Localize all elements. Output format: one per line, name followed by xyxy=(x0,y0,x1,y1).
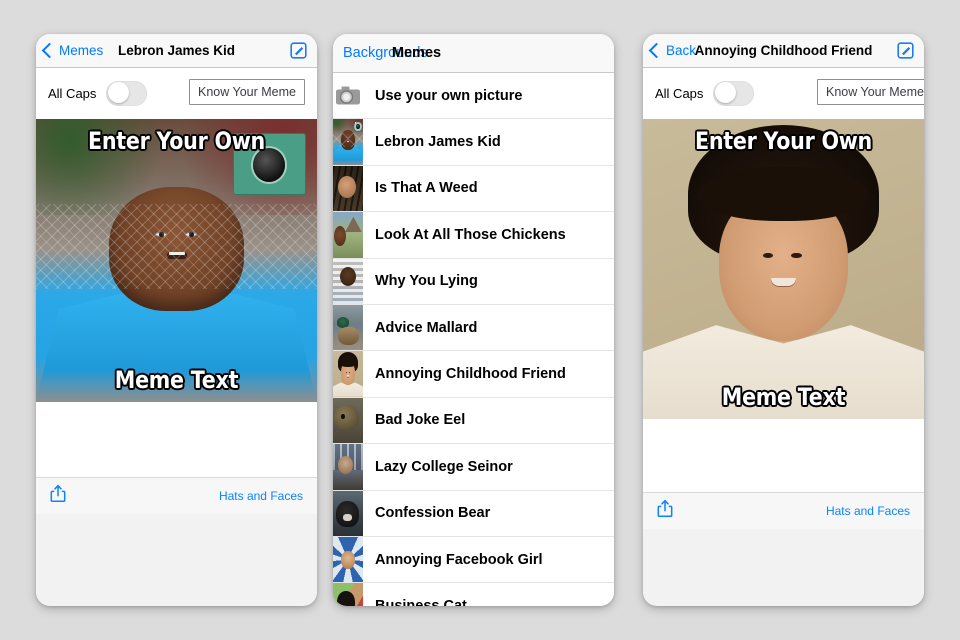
camera-icon xyxy=(333,73,363,119)
list-item[interactable]: Lebron James Kid xyxy=(333,119,614,166)
list-item-label: Lebron James Kid xyxy=(375,134,501,151)
backgrounds-back-button[interactable]: Backgrounds xyxy=(343,34,428,72)
list-item[interactable]: Annoying Childhood Friend xyxy=(333,351,614,398)
bottom-toolbar: Hats and Faces xyxy=(643,492,924,529)
allcaps-label: All Caps xyxy=(48,86,97,101)
photo-detail-eye-left xyxy=(154,231,168,238)
chevron-left-icon xyxy=(41,42,58,59)
meme-thumbnail xyxy=(333,258,363,304)
photo-detail-eye-right xyxy=(791,252,802,258)
know-your-meme-watermark xyxy=(232,133,306,196)
meme-thumbnail xyxy=(333,119,363,165)
know-your-meme-button[interactable]: Know Your Meme xyxy=(817,79,924,105)
meme-editor-panel-left: Memes Lebron James Kid All Caps Know You… xyxy=(36,34,317,606)
list-item[interactable]: Annoying Facebook Girl xyxy=(333,536,614,584)
photo-detail-bangs xyxy=(699,167,868,221)
editor-white-area xyxy=(643,419,924,492)
toggle-knob xyxy=(108,82,130,103)
meme-canvas[interactable]: Enter Your Own Meme Text xyxy=(36,119,317,402)
list-item-label: Is That A Weed xyxy=(375,180,478,197)
meme-list[interactable]: Use your own picture Lebron James Kid Is… xyxy=(333,73,614,606)
hats-and-faces-link[interactable]: Hats and Faces xyxy=(219,489,303,503)
back-button[interactable]: Memes xyxy=(41,34,104,67)
list-item-label: Bad Joke Eel xyxy=(375,412,466,429)
list-item[interactable]: Confession Bear xyxy=(333,490,614,537)
list-item-label: Advice Mallard xyxy=(375,319,478,336)
share-icon[interactable] xyxy=(657,499,673,523)
list-item[interactable]: Look At All Those Chickens xyxy=(333,212,614,259)
hats-and-faces-link[interactable]: Hats and Faces xyxy=(826,504,910,518)
photo-detail-head xyxy=(109,186,244,312)
list-item-label: Business Cat xyxy=(375,597,467,606)
options-row: All Caps Know Your Meme xyxy=(36,68,317,119)
bottom-toolbar: Hats and Faces xyxy=(36,477,317,514)
list-item-label: Annoying Childhood Friend xyxy=(375,366,566,383)
meme-thumbnail xyxy=(333,351,363,397)
navigation-bar: Memes Lebron James Kid xyxy=(36,34,317,68)
meme-thumbnail xyxy=(333,304,363,351)
list-item[interactable]: Bad Joke Eel xyxy=(333,397,614,445)
allcaps-label: All Caps xyxy=(655,86,704,101)
meme-background-image xyxy=(36,119,317,402)
list-item[interactable]: Advice Mallard xyxy=(333,304,614,352)
back-button-label: Back xyxy=(666,43,697,58)
list-item[interactable]: Use your own picture xyxy=(333,73,614,120)
panel-filler xyxy=(643,529,924,606)
list-item[interactable]: Lazy College Seinor xyxy=(333,444,614,491)
meme-thumbnail xyxy=(333,165,363,212)
meme-thumbnail xyxy=(333,490,363,536)
share-icon[interactable] xyxy=(50,484,66,508)
list-item-label: Use your own picture xyxy=(375,87,523,104)
chevron-left-icon xyxy=(648,42,665,59)
backgrounds-back-label: Backgrounds xyxy=(343,45,428,61)
list-item-label: Why You Lying xyxy=(375,273,478,290)
photo-detail-eye-left xyxy=(762,252,774,258)
meme-background-image xyxy=(643,119,924,419)
know-your-meme-button[interactable]: Know Your Meme xyxy=(189,79,305,105)
allcaps-toggle[interactable] xyxy=(106,81,148,106)
navigation-bar: Backgrounds Memes xyxy=(333,34,614,73)
navigation-bar: Back Annoying Childhood Friend xyxy=(643,34,924,68)
compose-icon[interactable] xyxy=(290,42,307,59)
meme-thumbnail xyxy=(333,536,363,583)
list-item[interactable]: Business Cat xyxy=(333,583,614,606)
meme-thumbnail xyxy=(333,397,363,444)
allcaps-toggle[interactable] xyxy=(713,81,755,106)
photo-detail-eye-right xyxy=(184,231,197,238)
meme-canvas[interactable]: Enter Your Own Meme Text xyxy=(643,119,924,419)
options-row: All Caps Know Your Meme xyxy=(643,68,924,119)
compose-icon[interactable] xyxy=(897,42,914,59)
meme-thumbnail xyxy=(333,212,363,258)
back-button-label: Memes xyxy=(59,43,104,58)
panel-filler xyxy=(36,514,317,606)
list-item[interactable]: Why You Lying xyxy=(333,258,614,305)
list-item-label: Confession Bear xyxy=(375,505,491,522)
photo-detail-mouth xyxy=(770,278,797,286)
meme-editor-panel-right: Back Annoying Childhood Friend All Caps … xyxy=(643,34,924,606)
list-item-label: Lazy College Seinor xyxy=(375,458,513,475)
list-item-label: Annoying Facebook Girl xyxy=(375,551,543,568)
list-item-label: Look At All Those Chickens xyxy=(375,226,566,243)
toggle-knob xyxy=(715,82,737,103)
photo-detail-mouth xyxy=(167,251,188,260)
list-item[interactable]: Is That A Weed xyxy=(333,165,614,213)
meme-thumbnail xyxy=(333,583,363,606)
meme-thumbnail xyxy=(333,444,363,490)
meme-list-panel: Backgrounds Memes Use your own picture L… xyxy=(333,34,614,606)
editor-white-area xyxy=(36,402,317,477)
back-button[interactable]: Back xyxy=(648,34,697,67)
